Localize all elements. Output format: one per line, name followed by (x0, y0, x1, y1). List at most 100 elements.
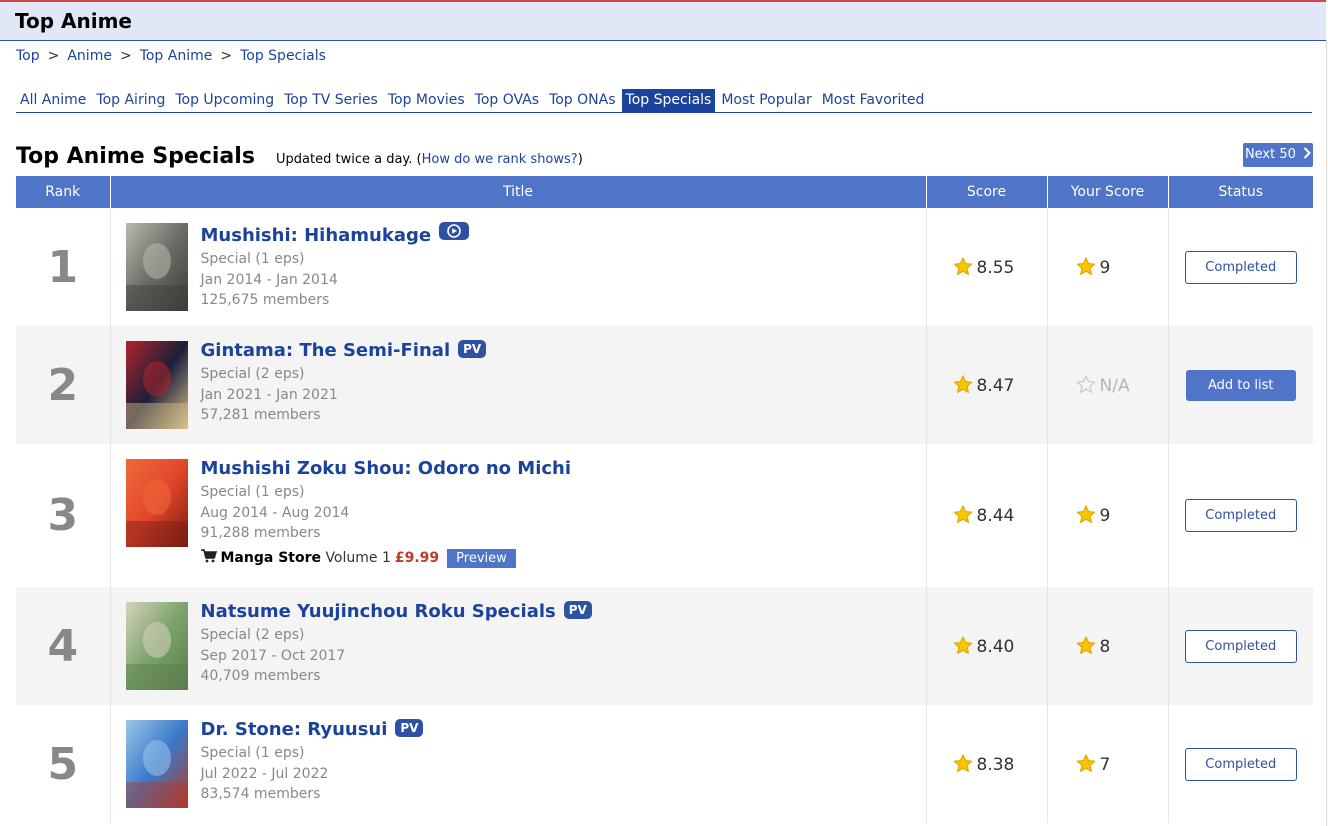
rank-number: 4 (16, 587, 111, 705)
table-row: 4 Natsume Yuujinchou Roku Specials PV Speci… (16, 587, 1313, 705)
preview-button[interactable]: Preview (447, 548, 516, 568)
score-cell: 8.44 (926, 444, 1048, 587)
your-score-cell[interactable]: 9 (1047, 444, 1169, 587)
table-row: 3 Mushishi Zoku Shou: Odoro no Michi Speci… (16, 444, 1313, 587)
anime-title-link[interactable]: Mushishi Zoku Shou: Odoro no Michi (201, 458, 572, 479)
status-cell: Completed (1168, 208, 1313, 326)
tab-most-favorited[interactable]: Most Favorited (818, 89, 929, 112)
status-completed-button[interactable]: Completed (1184, 747, 1297, 781)
anime-members: 125,675 members (200, 292, 330, 308)
tab-top-tv-series[interactable]: Top TV Series (280, 89, 382, 112)
status-completed-button[interactable]: Completed (1184, 499, 1297, 532)
anime-members: 57,281 members (200, 407, 321, 423)
table-header-row: Rank Title Score Your Score Status (16, 176, 1313, 208)
breadcrumb: Top > Anime > Top Anime > Top Specials (16, 48, 326, 64)
your-score-cell[interactable]: 9 (1047, 208, 1169, 326)
breadcrumb-top-anime[interactable]: Top Anime (140, 48, 213, 64)
section-heading: Top Anime Specials Updated twice a day. … (16, 144, 583, 169)
anime-dates: Aug 2014 - Aug 2014 (200, 504, 350, 521)
tab-top-onas[interactable]: Top ONAs (545, 89, 619, 112)
star-icon (953, 256, 972, 275)
pv-badge[interactable]: PV (563, 601, 592, 619)
your-score-value: N/A (1099, 375, 1130, 396)
table-row: 1 Mushishi: Hihamukage Special (1 eps) Jan … (16, 208, 1313, 326)
next-50-button[interactable]: Next 50 (1243, 143, 1313, 167)
your-score-cell[interactable]: N/A (1047, 326, 1169, 444)
table-row: 5 Dr. Stone: Ryuusui PV Special (1 eps) Jul … (16, 705, 1313, 823)
your-score-cell[interactable]: 7 (1047, 705, 1169, 823)
anime-title-link[interactable]: Dr. Stone: Ryuusui (201, 719, 388, 740)
page-title: Top Anime (15, 9, 132, 33)
category-tabs: All Anime Top Airing Top Upcoming Top TV Se… (16, 89, 1312, 113)
anime-cover-thumbnail[interactable] (125, 223, 188, 311)
star-icon (1076, 374, 1095, 393)
your-score-cell[interactable]: 8 (1047, 587, 1169, 705)
chevron-right-icon (1303, 147, 1311, 159)
anime-dates: Jul 2022 - Jul 2022 (200, 765, 329, 782)
anime-title-link[interactable]: Natsume Yuujinchou Roku Specials (201, 601, 556, 622)
breadcrumb-anime[interactable]: Anime (67, 48, 112, 64)
rank-number: 3 (16, 444, 111, 587)
header-your-score: Your Score (1047, 176, 1169, 208)
status-cell: Completed (1168, 705, 1313, 823)
status-completed-button[interactable]: Completed (1184, 629, 1297, 663)
next-50-label: Next 50 (1244, 147, 1296, 162)
anime-dates: Sep 2017 - Oct 2017 (200, 647, 346, 664)
score-value: 8.38 (976, 754, 1015, 775)
breadcrumb-top-specials[interactable]: Top Specials (240, 48, 326, 64)
tab-top-movies[interactable]: Top Movies (384, 89, 469, 112)
anime-title-link[interactable]: Mushishi: Hihamukage (201, 225, 432, 246)
anime-meta: Special (2 eps) Sep 2017 - Oct 2017 40,709… (201, 625, 592, 687)
star-icon (953, 753, 972, 772)
tab-all-anime[interactable]: All Anime (16, 89, 90, 112)
score-value: 8.55 (976, 257, 1015, 278)
title-cell: Dr. Stone: Ryuusui PV Special (1 eps) Jul 2… (110, 705, 927, 823)
tab-most-popular[interactable]: Most Popular (717, 89, 815, 112)
anime-title-link[interactable]: Gintama: The Semi-Final (201, 340, 451, 361)
star-icon (1076, 635, 1095, 654)
your-score-value: 8 (1099, 636, 1111, 657)
breadcrumb-separator: > (220, 48, 233, 64)
anime-dates: Jan 2014 - Jan 2014 (200, 271, 338, 288)
score-cell: 8.55 (926, 208, 1048, 326)
tab-top-specials[interactable]: Top Specials (621, 89, 716, 112)
anime-type: Special (1 eps) (200, 484, 305, 500)
manga-store-label[interactable]: Manga Store (221, 550, 321, 566)
anime-cover-thumbnail[interactable] (125, 602, 188, 690)
anime-cover-thumbnail[interactable] (125, 720, 188, 808)
breadcrumb-separator: > (119, 48, 132, 64)
how-we-rank-link[interactable]: How do we rank shows? (422, 152, 578, 167)
your-score-value: 9 (1099, 257, 1111, 278)
score-value: 8.44 (976, 506, 1015, 526)
pv-badge[interactable]: PV (458, 340, 487, 358)
status-cell: Add to list (1168, 326, 1313, 444)
updated-note: Updated twice a day. (How do we rank sho… (276, 152, 583, 167)
anime-meta: Special (1 eps) Aug 2014 - Aug 2014 91,288… (201, 482, 572, 544)
shopping-cart-icon (200, 548, 217, 562)
anime-type: Special (2 eps) (200, 366, 305, 382)
rank-number: 1 (16, 208, 111, 326)
anime-cover-thumbnail[interactable] (125, 459, 188, 547)
price-label: £9.99 (394, 549, 440, 566)
tab-top-airing[interactable]: Top Airing (92, 89, 169, 112)
star-icon (953, 505, 972, 523)
updated-text: Updated twice a day. (276, 152, 413, 167)
play-trailer-icon[interactable] (439, 222, 470, 240)
status-cell: Completed (1168, 587, 1313, 705)
anime-meta: Special (2 eps) Jan 2021 - Jan 2021 57,281… (201, 364, 487, 426)
anime-meta: Special (1 eps) Jan 2014 - Jan 2014 125,67… (201, 249, 470, 311)
title-cell: Mushishi Zoku Shou: Odoro no Michi Specia… (110, 444, 927, 587)
status-cell: Completed (1168, 444, 1313, 587)
add-to-list-button[interactable]: Add to list (1185, 369, 1296, 401)
header-rank: Rank (16, 176, 111, 208)
tab-top-upcoming[interactable]: Top Upcoming (171, 89, 278, 112)
anime-info: Natsume Yuujinchou Roku Specials PV Specia… (201, 601, 592, 687)
pv-badge[interactable]: PV (395, 719, 424, 737)
anime-cover-thumbnail[interactable] (125, 341, 188, 429)
breadcrumb-top[interactable]: Top (16, 48, 40, 64)
score-cell: 8.40 (926, 587, 1048, 705)
header-title: Title (110, 176, 927, 208)
tab-top-ovas[interactable]: Top OVAs (471, 89, 543, 112)
rank-number: 5 (16, 705, 111, 823)
status-completed-button[interactable]: Completed (1184, 250, 1297, 284)
